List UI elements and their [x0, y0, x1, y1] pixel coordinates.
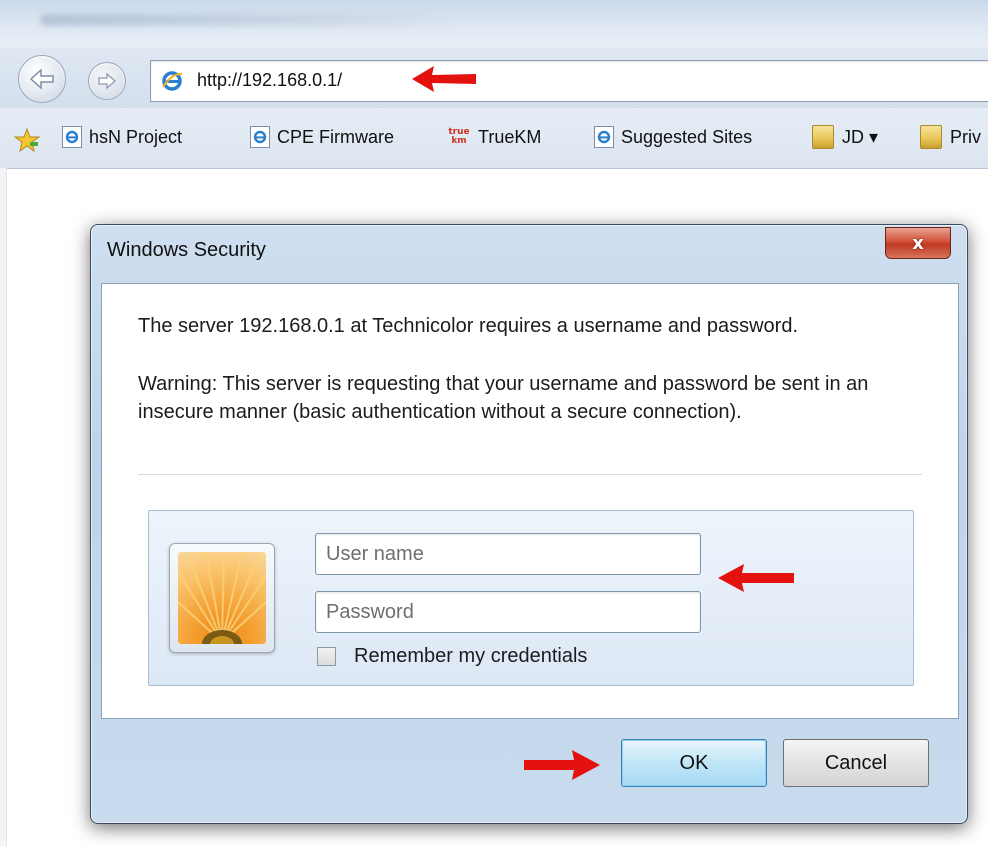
windows-security-dialog: Windows Security x The server 192.168.0.…: [90, 224, 968, 824]
remember-checkbox[interactable]: [317, 647, 336, 666]
browser-title-bar: [0, 0, 988, 48]
folder-icon: [812, 125, 834, 149]
favorite-label: Suggested Sites: [621, 126, 753, 147]
favorite-hsn-project[interactable]: hsN Project: [62, 122, 182, 152]
insecure-warning: Warning: This server is requesting that …: [138, 373, 869, 423]
folder-icon: [920, 125, 942, 149]
remember-label: Remember my credentials: [354, 645, 588, 667]
favorite-label: Priv: [950, 126, 981, 147]
page-content-edge: [0, 168, 7, 846]
user-avatar-flower-icon: [178, 552, 266, 644]
favorite-folder-priv[interactable]: Priv: [920, 122, 981, 152]
password-field[interactable]: [315, 591, 701, 633]
ie-page-icon: [62, 126, 82, 148]
blurred-window-title: [40, 14, 460, 26]
address-url[interactable]: http://192.168.0.1/: [197, 70, 342, 91]
address-bar[interactable]: http://192.168.0.1/: [150, 60, 988, 102]
divider: [138, 474, 922, 475]
username-field[interactable]: [315, 533, 701, 575]
ie-page-icon: [594, 126, 614, 148]
favorite-truekm[interactable]: true km TrueKM: [448, 122, 541, 152]
favorites-bar: hsN Project CPE Firmware true km TrueKM …: [0, 108, 988, 169]
dialog-title: Windows Security: [107, 239, 266, 261]
ie-icon: [162, 71, 183, 91]
close-icon: x: [912, 232, 924, 254]
user-tile: [169, 543, 275, 653]
annotation-arrow-left-icon: [412, 66, 476, 92]
browser-nav-bar: http://192.168.0.1/: [0, 48, 988, 108]
annotation-arrow-right-icon: [524, 750, 600, 780]
credentials-panel: Remember my credentials: [148, 510, 914, 686]
favorite-label: JD ▾: [842, 126, 879, 147]
truekm-icon: true km: [448, 127, 470, 146]
ok-button[interactable]: OK: [621, 739, 767, 787]
favorite-folder-jd[interactable]: JD ▾: [812, 122, 878, 152]
close-button[interactable]: x: [885, 227, 951, 259]
favorite-suggested-sites[interactable]: Suggested Sites: [594, 122, 752, 152]
back-arrow-icon: [29, 68, 54, 90]
forward-button[interactable]: [88, 62, 126, 100]
favorite-label: TrueKM: [478, 126, 542, 147]
annotation-arrow-left-icon: [718, 564, 794, 592]
dialog-body: The server 192.168.0.1 at Technicolor re…: [101, 283, 959, 719]
remember-credentials[interactable]: Remember my credentials: [317, 645, 587, 668]
favorites-star-icon[interactable]: [14, 128, 40, 152]
favorite-label: hsN Project: [89, 126, 183, 147]
favorite-cpe-firmware[interactable]: CPE Firmware: [250, 122, 394, 152]
cancel-button[interactable]: Cancel: [783, 739, 929, 787]
forward-arrow-icon: [98, 72, 116, 90]
server-message: The server 192.168.0.1 at Technicolor re…: [138, 315, 799, 337]
back-button[interactable]: [18, 55, 66, 103]
favorite-label: CPE Firmware: [277, 126, 395, 147]
ie-page-icon: [250, 126, 270, 148]
